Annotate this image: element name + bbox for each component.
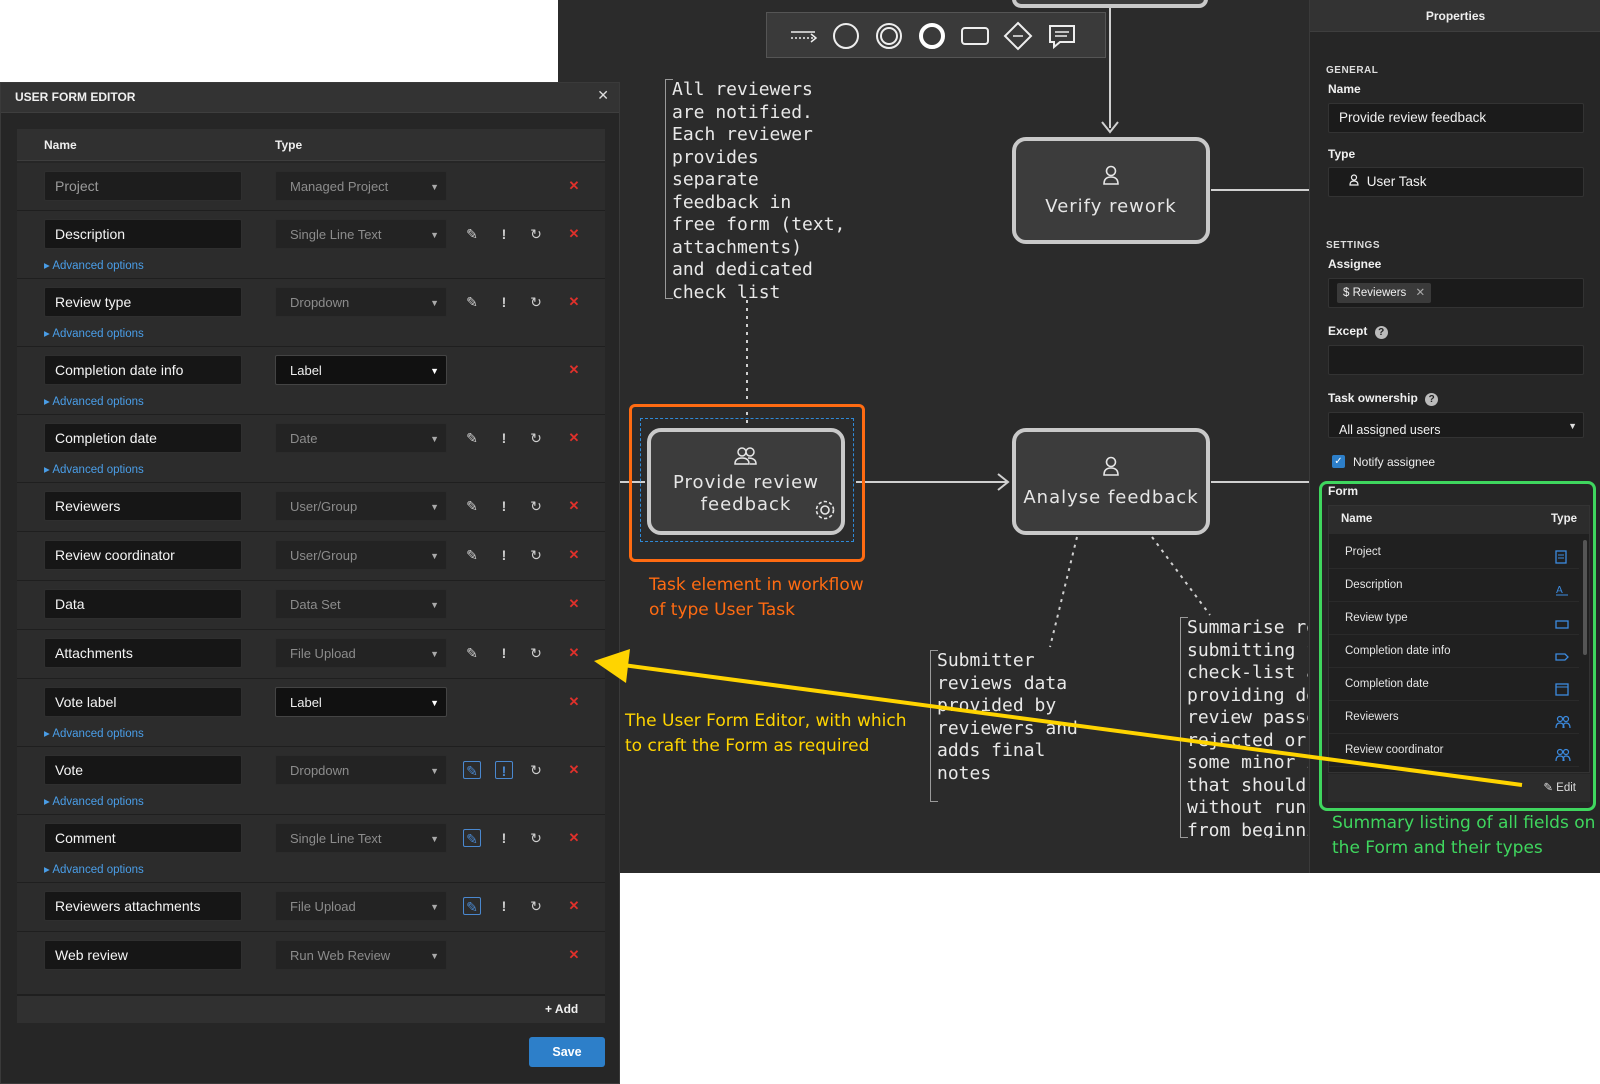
annotation-arrow	[594, 649, 1523, 787]
